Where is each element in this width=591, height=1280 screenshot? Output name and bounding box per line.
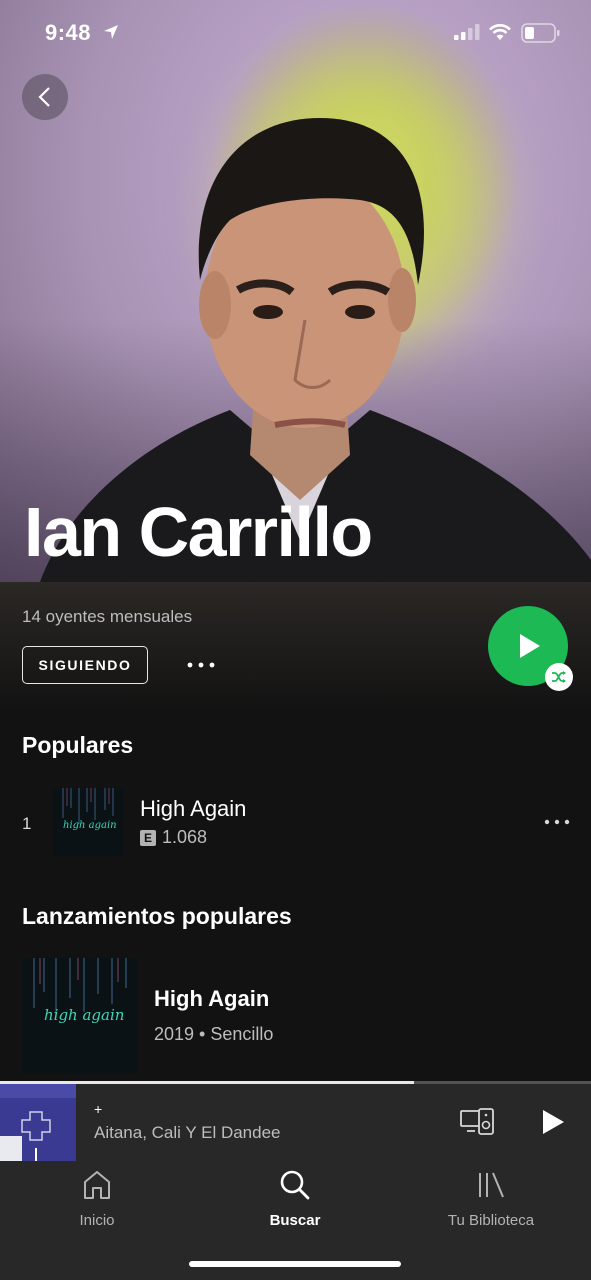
tab-buscar[interactable]: Buscar (230, 1169, 360, 1229)
wifi-icon (489, 24, 511, 40)
now-playing-cover (0, 1084, 76, 1161)
search-icon (280, 1170, 310, 1200)
track-number: 1 (22, 814, 32, 833)
releases-section-title: Lanzamientos populares (22, 903, 292, 929)
svg-text:high again: high again (44, 1006, 124, 1024)
play-icon (520, 634, 540, 658)
follow-button[interactable]: SIGUIENDO (22, 646, 148, 684)
tab-label: Tu Biblioteca (447, 1212, 535, 1229)
artist-name: Ian Carrillo (24, 493, 373, 571)
mini-player[interactable]: + Aitana, Cali Y El Dandee (0, 1081, 591, 1161)
release-subtitle: 2019 • Sencillo (154, 1024, 274, 1044)
back-button[interactable] (22, 74, 68, 120)
devices-icon[interactable] (460, 1108, 496, 1136)
track-row[interactable]: 1 high again High Again E 1.068 (0, 786, 591, 858)
status-bar: 9:48 (0, 18, 591, 48)
monthly-listeners: 14 oyentes mensuales (22, 607, 193, 626)
library-icon (479, 1172, 504, 1198)
chevron-left-icon (38, 87, 50, 107)
svg-text:high again: high again (63, 820, 117, 831)
home-indicator (189, 1261, 401, 1267)
track-play-count: 1.068 (162, 827, 208, 847)
status-time: 9:48 (45, 20, 92, 45)
release-cover[interactable]: high again (22, 958, 137, 1073)
track-cover: high again (53, 788, 123, 856)
tab-label: Inicio (79, 1212, 115, 1229)
track-more-icon[interactable] (544, 818, 570, 826)
shuffle-icon (552, 671, 566, 683)
tab-inicio[interactable]: Inicio (32, 1169, 162, 1229)
popular-section-title: Populares (22, 732, 134, 758)
location-arrow-icon (104, 25, 118, 39)
track-cover-art: high again (53, 788, 123, 856)
now-playing-artist: Aitana, Cali Y El Dandee (94, 1123, 281, 1142)
now-playing-title: + (94, 1101, 103, 1117)
shuffle-badge[interactable] (545, 663, 573, 691)
home-icon (84, 1171, 110, 1199)
more-options-icon[interactable] (186, 660, 216, 670)
release-title[interactable]: High Again (154, 986, 269, 1012)
release-cover-art: high again (22, 958, 137, 1073)
now-playing-cover-art (0, 1084, 76, 1161)
battery-icon (521, 23, 560, 43)
tab-tu-biblioteca[interactable]: Tu Biblioteca (426, 1169, 556, 1229)
track-title: High Again (140, 796, 247, 821)
explicit-badge: E (140, 830, 156, 846)
cellular-signal-icon (454, 24, 480, 40)
mini-play-icon[interactable] (540, 1108, 566, 1136)
tab-label: Buscar (269, 1212, 321, 1229)
